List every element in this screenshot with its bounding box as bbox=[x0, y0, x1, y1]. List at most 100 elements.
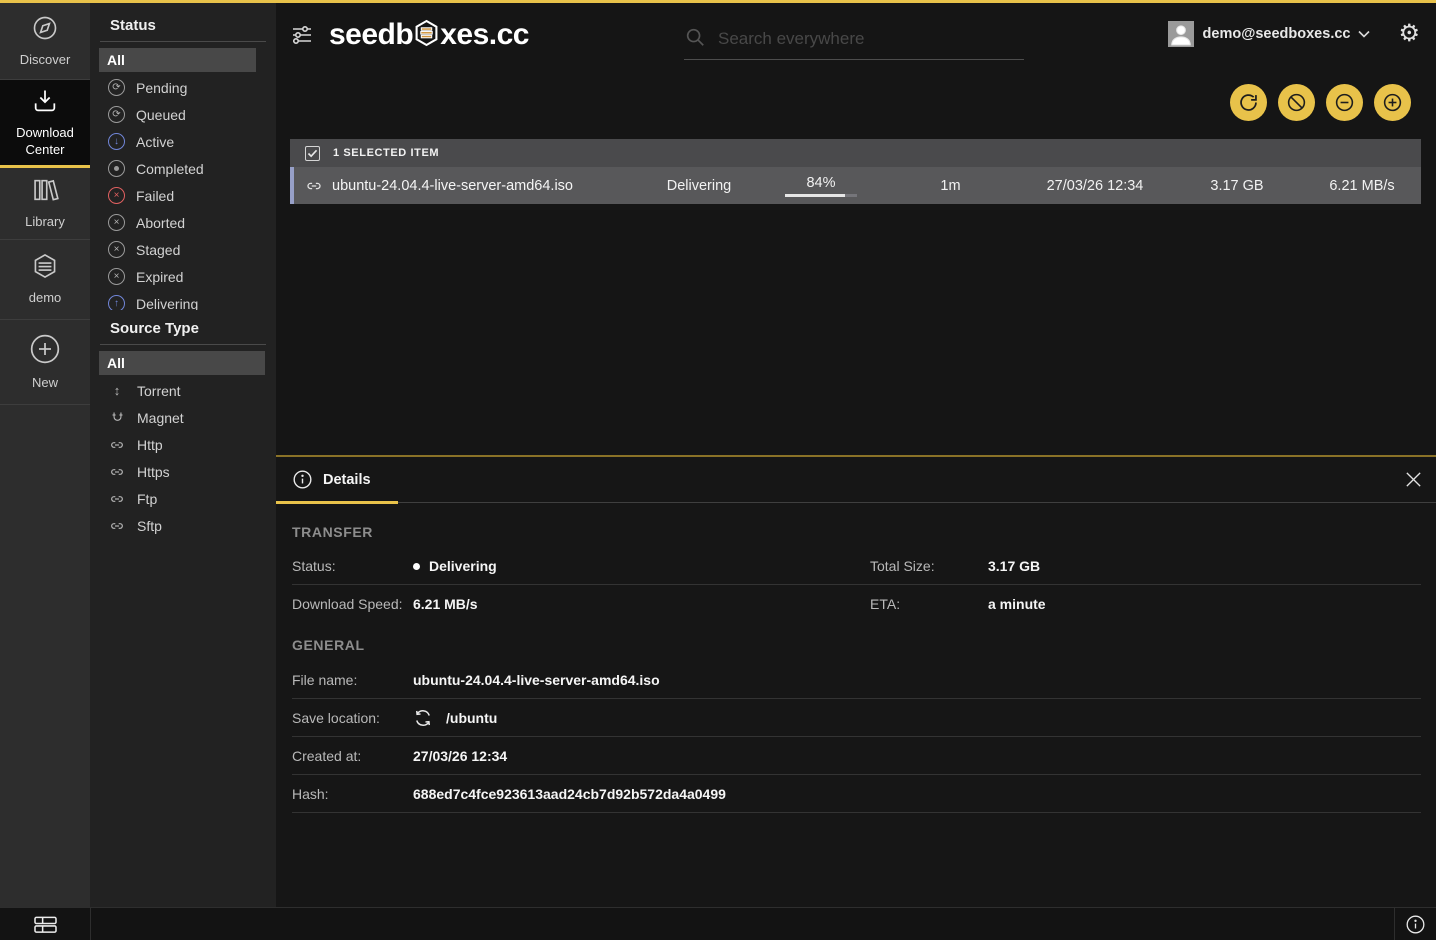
select-all-checkbox[interactable] bbox=[305, 146, 320, 161]
link-icon bbox=[305, 177, 323, 195]
detail-row-file-name: File name: ubuntu-24.04.4-live-server-am… bbox=[292, 661, 1421, 699]
download-icon bbox=[31, 87, 59, 118]
nav-item-demo[interactable]: demo bbox=[0, 240, 90, 320]
status-filter-all[interactable]: All bbox=[99, 48, 256, 72]
source-filter-https[interactable]: Https bbox=[99, 458, 265, 485]
delivering-icon: ↑ bbox=[108, 295, 125, 310]
chevron-down-icon[interactable] bbox=[1357, 29, 1371, 39]
detail-row-hash: Hash: 688ed7c4fce923613aad24cb7d92b572da… bbox=[292, 775, 1421, 813]
aborted-icon: × bbox=[108, 214, 125, 231]
status-filter-delivering[interactable]: ↑ Delivering bbox=[99, 290, 256, 310]
cancel-button[interactable] bbox=[1278, 84, 1315, 121]
detail-row-total-size: Total Size: 3.17 GB bbox=[870, 548, 1421, 585]
row-size-cell: 3.17 GB bbox=[1171, 178, 1303, 194]
selection-count-label: 1 SELECTED ITEM bbox=[333, 147, 439, 159]
pending-icon: ⟳ bbox=[108, 79, 125, 96]
file-name: ubuntu-24.04.4-live-server-amd64.iso bbox=[332, 178, 573, 194]
source-filter-sftp[interactable]: Sftp bbox=[99, 512, 265, 539]
progress-percent: 84% bbox=[806, 175, 835, 191]
nav-item-label: Library bbox=[21, 214, 69, 230]
row-speed-cell: 6.21 MB/s bbox=[1303, 178, 1421, 194]
hexagon-stack-icon bbox=[31, 252, 59, 283]
user-email[interactable]: demo@seedboxes.cc bbox=[1203, 26, 1351, 42]
status-filter-staged[interactable]: × Staged bbox=[99, 236, 256, 263]
nav-item-new[interactable]: New bbox=[0, 320, 90, 405]
status-filter-failed[interactable]: × Failed bbox=[99, 182, 256, 209]
row-eta-cell: 1m bbox=[882, 178, 1019, 194]
status-filter-aborted[interactable]: × Aborted bbox=[99, 209, 256, 236]
details-tab-bar: Details bbox=[276, 457, 1436, 503]
detail-row-save-location: Save location: /ubuntu bbox=[292, 699, 1421, 737]
nav-rail-filler bbox=[0, 405, 90, 907]
progress-bar bbox=[785, 194, 857, 197]
link-icon bbox=[108, 491, 126, 507]
avatar[interactable] bbox=[1168, 21, 1194, 47]
table-row[interactable]: ubuntu-24.04.4-live-server-amd64.iso Del… bbox=[290, 167, 1421, 204]
general-section-title: GENERAL bbox=[292, 637, 1421, 661]
info-icon bbox=[1405, 914, 1426, 935]
link-icon bbox=[108, 518, 126, 534]
source-filter-http[interactable]: Http bbox=[99, 431, 265, 458]
staged-icon: × bbox=[108, 241, 125, 258]
details-body: TRANSFER Status: Delivering Download Spe… bbox=[276, 503, 1436, 813]
status-filter-title: Status bbox=[90, 17, 276, 34]
nav-item-label: Discover bbox=[16, 52, 75, 68]
detail-row-status: Status: Delivering bbox=[292, 548, 870, 585]
nav-item-download-center[interactable]: Download Center bbox=[0, 80, 90, 168]
source-filter-torrent[interactable]: ↕ Torrent bbox=[99, 377, 265, 404]
layout-toggle-button[interactable] bbox=[0, 908, 90, 940]
divider bbox=[100, 344, 266, 345]
main-header: seedb xes.cc bbox=[276, 3, 1436, 73]
nav-item-label: New bbox=[28, 375, 62, 391]
search-icon bbox=[684, 26, 706, 53]
status-filter-queued[interactable]: ⟳ Queued bbox=[99, 101, 256, 128]
row-name-cell: ubuntu-24.04.4-live-server-amd64.iso bbox=[294, 177, 638, 195]
user-box: demo@seedboxes.cc ⚙ bbox=[1168, 21, 1420, 47]
selection-bar: 1 SELECTED ITEM bbox=[290, 139, 1421, 167]
nav-item-label: Download Center bbox=[0, 125, 90, 158]
magnet-icon bbox=[108, 410, 126, 425]
settings-gear-icon[interactable]: ⚙ bbox=[1398, 22, 1420, 46]
source-filter-ftp[interactable]: Ftp bbox=[99, 485, 265, 512]
nav-item-label: demo bbox=[25, 290, 66, 306]
status-filter-expired[interactable]: × Expired bbox=[99, 263, 256, 290]
completed-icon bbox=[108, 160, 125, 177]
nav-item-library[interactable]: Library bbox=[0, 168, 90, 240]
tab-details[interactable]: Details bbox=[276, 457, 398, 502]
detail-row-download-speed: Download Speed: 6.21 MB/s bbox=[292, 585, 870, 622]
remove-button[interactable] bbox=[1326, 84, 1363, 121]
detail-row-created-at: Created at: 27/03/26 12:34 bbox=[292, 737, 1421, 775]
transfer-section-title: TRANSFER bbox=[292, 524, 1421, 548]
books-icon bbox=[31, 176, 59, 207]
torrent-icon: ↕ bbox=[108, 383, 126, 398]
status-filter-active[interactable]: ↓ Active bbox=[99, 128, 256, 155]
status-filter-pending[interactable]: ⟳ Pending bbox=[99, 74, 256, 101]
close-details-icon[interactable] bbox=[1404, 470, 1423, 489]
seedboxes-logo[interactable]: seedb xes.cc bbox=[329, 15, 529, 55]
plus-circle-icon bbox=[29, 333, 61, 368]
actions-toolbar bbox=[276, 73, 1436, 131]
nav-rail: Discover Download Center Library bbox=[0, 3, 90, 907]
status-filter-completed[interactable]: Completed bbox=[99, 155, 256, 182]
compass-icon bbox=[31, 14, 59, 45]
source-filter-all[interactable]: All bbox=[99, 351, 265, 375]
info-button[interactable] bbox=[1395, 908, 1436, 940]
link-icon bbox=[108, 464, 126, 480]
search-input[interactable] bbox=[718, 29, 998, 49]
failed-icon: × bbox=[108, 187, 125, 204]
add-button[interactable] bbox=[1374, 84, 1411, 121]
details-panel: Details TRANSFER Status: Delivering bbox=[276, 455, 1436, 907]
queued-icon: ⟳ bbox=[108, 106, 125, 123]
refresh-location-icon[interactable] bbox=[413, 708, 433, 728]
nav-item-discover[interactable]: Discover bbox=[0, 3, 90, 80]
source-filter-magnet[interactable]: Magnet bbox=[99, 404, 265, 431]
row-progress-cell: 84% bbox=[760, 175, 882, 197]
expired-icon: × bbox=[108, 268, 125, 285]
status-filter-list: All ⟳ Pending ⟳ Queued ↓ Active Complete… bbox=[99, 48, 256, 310]
layout-grid-icon bbox=[33, 914, 58, 935]
info-icon bbox=[292, 469, 313, 490]
filter-sliders-icon[interactable] bbox=[289, 23, 315, 52]
retry-button[interactable] bbox=[1230, 84, 1267, 121]
bottom-bar bbox=[0, 907, 1436, 940]
filter-panel: Status All ⟳ Pending ⟳ Queued ↓ Active C… bbox=[90, 3, 276, 907]
